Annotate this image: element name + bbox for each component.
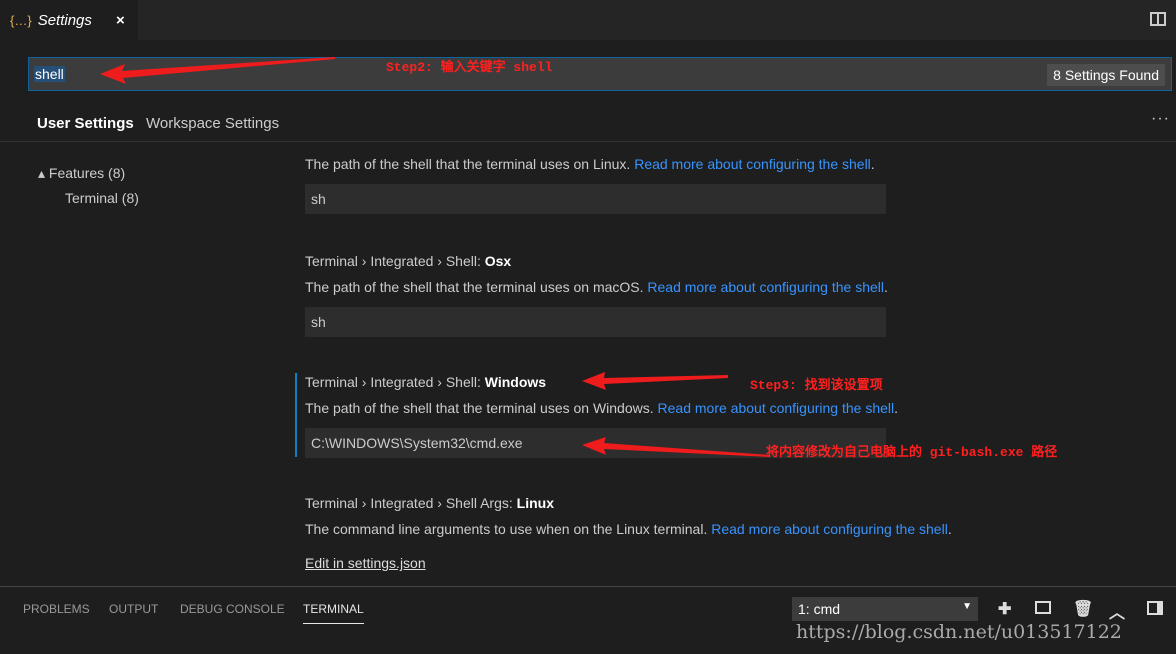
arrow-step4: [582, 437, 770, 457]
annotation-step4: 将内容修改为自己电脑上的 git-bash.exe 路径: [766, 445, 1058, 460]
arrow-step3: [582, 372, 728, 390]
annotation-step2: Step2: 输入关键字 shell: [386, 60, 553, 75]
annotation-step3: Step3: 找到该设置项: [750, 378, 883, 393]
annotation-arrows: [100, 57, 770, 457]
arrow-step2: [100, 57, 335, 84]
